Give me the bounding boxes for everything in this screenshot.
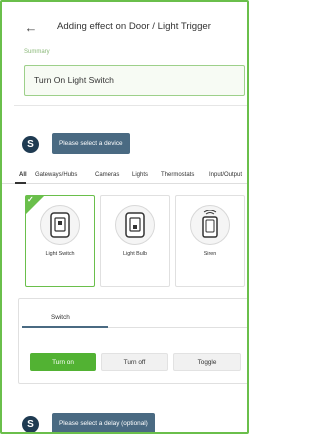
- switch-tab-indicator: [22, 326, 108, 328]
- tab-baseline: [108, 327, 247, 328]
- actions-panel: Switch Turn on Turn off Toggle: [18, 298, 247, 384]
- device-card-siren[interactable]: Siren: [175, 195, 245, 287]
- summary-label: Summary: [24, 49, 50, 55]
- summary-text: Turn On Light Switch: [34, 75, 114, 85]
- header: ← Adding effect on Door / Light Trigger: [2, 16, 247, 40]
- arrow-left-icon[interactable]: ←: [22, 19, 40, 37]
- device-category-tabs: All Gateways/Hubs Cameras Lights Thermos…: [2, 168, 247, 184]
- turn-on-button[interactable]: Turn on: [30, 353, 96, 371]
- light-bulb-icon: [125, 212, 145, 238]
- tab-cameras[interactable]: Cameras: [95, 172, 119, 178]
- device-icon-ring: [40, 205, 80, 245]
- select-delay-button[interactable]: Please select a delay (optional): [52, 413, 155, 432]
- device-icon-ring: [190, 205, 230, 245]
- summary-box: Turn On Light Switch: [24, 65, 245, 96]
- device-card-light-bulb[interactable]: Light Bulb: [100, 195, 170, 287]
- delay-step-icon: S: [22, 416, 39, 432]
- tab-switch[interactable]: Switch: [51, 314, 70, 321]
- tab-all[interactable]: All: [19, 172, 27, 178]
- tab-thermostats[interactable]: Thermostats: [161, 172, 194, 178]
- app-frame: ← Adding effect on Door / Light Trigger …: [0, 0, 249, 434]
- device-label: Light Bulb: [123, 251, 147, 257]
- device-step-icon: S: [22, 136, 39, 153]
- page-title: Adding effect on Door / Light Trigger: [57, 21, 211, 32]
- tab-gateways-hubs[interactable]: Gateways/Hubs: [35, 172, 77, 178]
- check-icon: ✓: [27, 195, 34, 204]
- divider: [14, 105, 247, 106]
- light-switch-icon: [50, 212, 70, 238]
- active-tab-indicator: [15, 182, 26, 184]
- tab-lights[interactable]: Lights: [132, 172, 148, 178]
- turn-off-button[interactable]: Turn off: [101, 353, 168, 371]
- device-icon-ring: [115, 205, 155, 245]
- device-label: Siren: [203, 251, 217, 257]
- device-card-light-switch[interactable]: ✓ Light Switch: [25, 195, 95, 287]
- select-device-button[interactable]: Please select a device: [52, 133, 130, 154]
- toggle-button[interactable]: Toggle: [173, 353, 241, 371]
- siren-icon: [202, 210, 218, 238]
- device-label: Light Switch: [45, 251, 75, 257]
- tab-input-output[interactable]: Input/Output: [209, 172, 242, 178]
